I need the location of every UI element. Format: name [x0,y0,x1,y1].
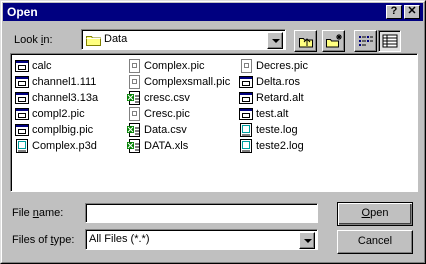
picture-icon [129,107,140,121]
exe-icon [15,76,29,88]
file-item-name: DATA.xls [144,140,189,152]
look-in-label: Look in: [14,34,53,46]
cancel-button[interactable]: Cancel [337,230,413,254]
details-view-button[interactable] [378,30,401,52]
file-type-value: All Files (*.*) [89,233,150,245]
file-item-name: calc [32,60,52,72]
file-list[interactable]: calc channel1.111 channel3.13a compl2.pic co… [10,53,418,192]
close-button[interactable]: ✕ [404,5,420,19]
file-item-name: test.alt [256,108,289,120]
file-item-name: Retard.alt [256,92,304,104]
file-type-combo[interactable]: All Files (*.*) [85,229,318,250]
window-title: Open [7,5,38,19]
document-icon [240,123,252,137]
file-item-name: Delta.ros [256,76,301,88]
chevron-down-icon [272,39,280,43]
exe-icon [239,76,253,88]
file-item-name: Complexsmall.pic [144,76,231,88]
file-item-name: compl2.pic [32,108,85,120]
open-dialog: Open ? ✕ Look in: Data calc channel1.111… [0,0,426,264]
file-item-name: channel3.13a [32,92,99,104]
list-view-button[interactable] [354,30,377,52]
file-item-name: Complex.p3d [32,140,97,152]
new-folder-button[interactable] [322,30,345,52]
open-button[interactable]: Open [337,202,413,226]
exe-icon [239,92,253,104]
look-in-dropdown-button[interactable] [267,32,283,49]
picture-icon [129,59,140,73]
picture-icon [129,75,140,89]
exe-icon [239,108,253,120]
spreadsheet-icon [127,91,140,105]
file-item-name: complbig.pic [32,124,94,136]
file-item-name: teste.log [256,124,298,136]
look-in-value: Data [104,33,128,45]
exe-icon [15,108,29,120]
list-view-icon [359,36,373,46]
up-one-level-icon [299,38,313,48]
document-icon [16,139,28,153]
new-folder-icon [326,34,342,48]
file-item-name: Data.csv [144,124,187,136]
file-item-name: cresc.csv [144,92,190,104]
open-button-label: Open [361,207,389,219]
cancel-button-label: Cancel [357,235,393,247]
file-item-name: channel1.111 [32,76,97,88]
file-item-name: Decres.pic [256,60,308,72]
file-item-name: Cresc.pic [144,108,190,120]
picture-icon [241,59,252,73]
file-name-label: File name: [12,207,64,219]
folder-icon [86,36,101,46]
title-bar: Open ? ✕ [3,3,423,21]
help-button[interactable]: ? [386,5,402,19]
spreadsheet-icon [127,139,140,153]
up-one-level-button[interactable] [294,30,317,52]
file-name-input[interactable] [85,203,318,223]
help-icon: ? [390,5,398,17]
details-view-icon [382,34,398,48]
file-type-dropdown-button[interactable] [299,232,315,249]
file-item-name: Complex.pic [144,60,205,72]
exe-icon [15,60,29,72]
file-type-label: Files of type: [12,234,75,246]
exe-icon [15,124,29,136]
chevron-down-icon [304,239,312,243]
exe-icon [15,92,29,104]
close-icon: ✕ [407,5,417,17]
spreadsheet-icon [127,123,140,137]
look-in-combo[interactable]: Data [81,29,286,50]
file-item-name: teste2.log [256,140,304,152]
document-icon [240,139,252,153]
